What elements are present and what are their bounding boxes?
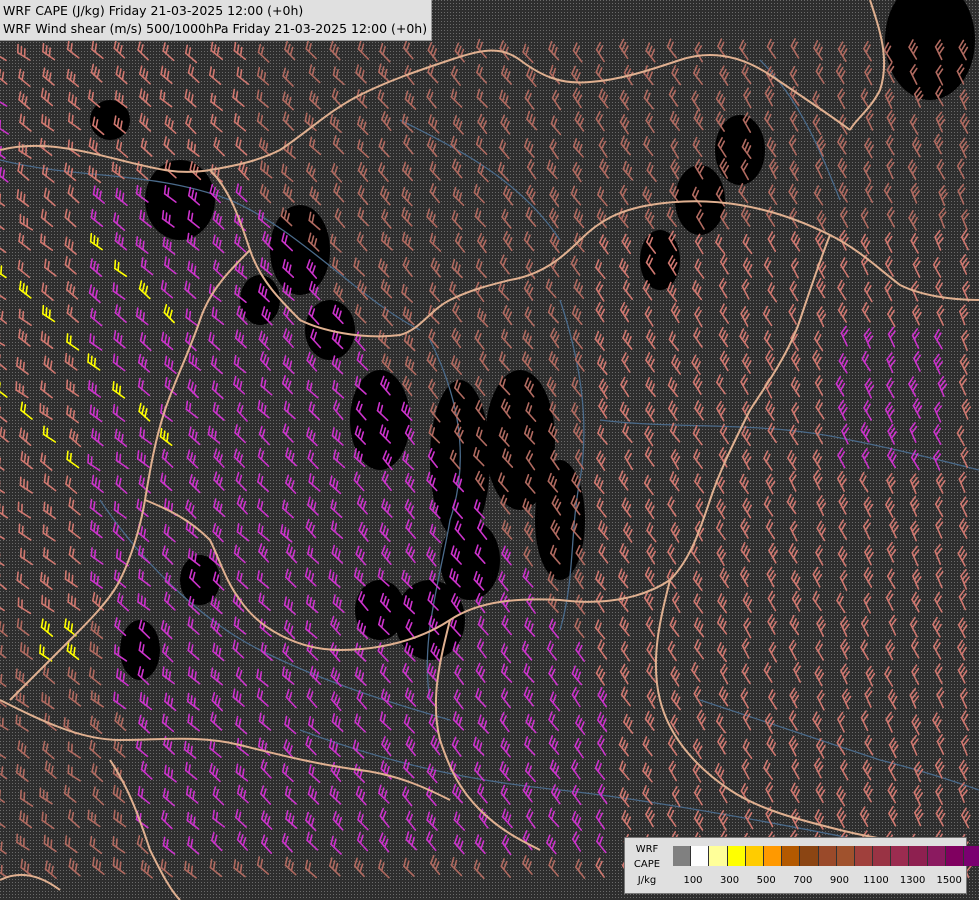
legend-swatch xyxy=(727,846,746,866)
cape-legend: WRF CAPE J/kg 100 300 500 700 900 1100 1300 150… xyxy=(624,837,979,894)
title-shear: WRF Wind shear (m/s) 500/1000hPa Friday … xyxy=(3,21,428,36)
legend-swatch xyxy=(709,846,728,866)
weather-map xyxy=(0,0,979,900)
legend-tick-label: 100 xyxy=(683,875,703,886)
legend-tick-label: 500 xyxy=(756,875,776,886)
legend-label-cape: CAPE xyxy=(633,859,661,870)
legend-swatch xyxy=(873,846,892,866)
legend-swatch xyxy=(800,846,819,866)
shear-blob xyxy=(355,580,405,640)
legend-tick-label: 700 xyxy=(793,875,813,886)
title-cape: WRF CAPE (J/kg) Friday 21-03-2025 12:00 … xyxy=(3,3,304,18)
legend-swatch xyxy=(836,846,855,866)
legend-swatch xyxy=(691,846,710,866)
map-title: WRF CAPE (J/kg) Friday 21-03-2025 12:00 … xyxy=(0,0,433,41)
legend-tick-label: 1500 xyxy=(936,875,962,886)
legend-ticks: 100 300 500 700 900 1100 1300 1500 xyxy=(625,875,966,889)
legend-swatch xyxy=(854,846,874,866)
legend-swatch xyxy=(782,846,801,866)
legend-swatch xyxy=(909,846,928,866)
legend-swatch xyxy=(945,846,964,866)
legend-label-wrf: WRF xyxy=(635,844,659,855)
legend-tick-label: 1300 xyxy=(899,875,926,886)
legend-swatch xyxy=(891,846,910,866)
legend-tick-label: 1100 xyxy=(863,875,889,886)
legend-swatch xyxy=(964,846,979,866)
legend-swatch xyxy=(745,846,764,866)
legend-swatch xyxy=(927,846,946,866)
legend-tick-label: 900 xyxy=(829,875,849,886)
legend-swatch xyxy=(763,846,783,866)
legend-swatch xyxy=(818,846,837,866)
shear-blob xyxy=(240,275,280,325)
legend-swatch xyxy=(673,846,692,866)
legend-tick-label: 300 xyxy=(720,875,740,886)
legend-color-bar xyxy=(673,846,979,866)
shear-blob xyxy=(270,205,330,295)
